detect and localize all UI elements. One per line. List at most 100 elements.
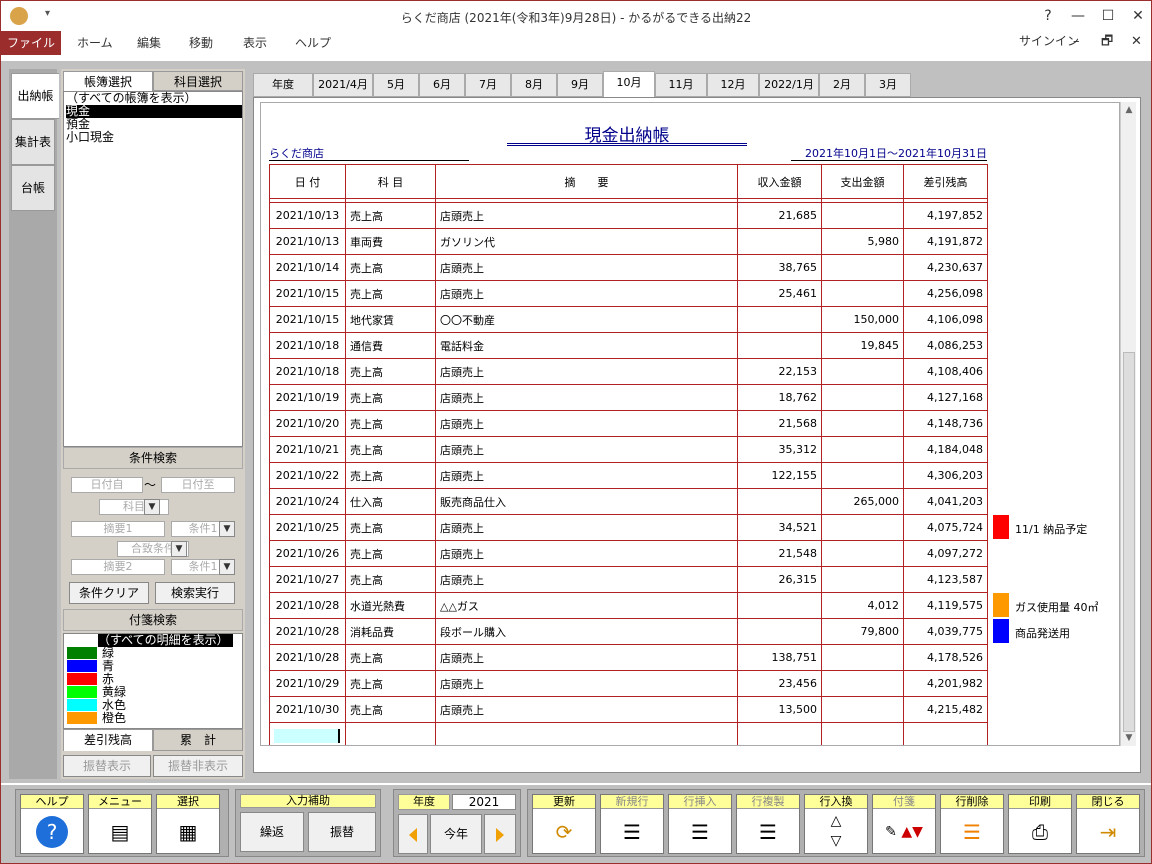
close-button[interactable]: ✕ <box>1125 5 1151 27</box>
tab-month[interactable]: 6月 <box>419 73 465 97</box>
list-item[interactable]: 青 <box>64 660 242 673</box>
list-item[interactable]: 水色 <box>64 699 242 712</box>
next-year-button[interactable] <box>484 814 516 854</box>
transfer-show-button[interactable]: 振替表示 <box>63 755 151 777</box>
table-row[interactable]: 2021/10/15 売上高 店頭売上 25,461 4,256,098 <box>269 280 988 307</box>
menu-button[interactable]: メニュー ▤ <box>88 794 152 854</box>
list-item[interactable]: 橙色 <box>64 712 242 725</box>
signin-link[interactable]: サインイン <box>1019 31 1079 51</box>
cell-income[interactable] <box>737 228 822 255</box>
cell-date[interactable]: 2021/10/20 <box>269 410 346 437</box>
cell-date[interactable]: 2021/10/24 <box>269 488 346 515</box>
cell-expense[interactable]: 5,980 <box>821 228 904 255</box>
cell-expense[interactable] <box>821 410 904 437</box>
transfer-hide-button[interactable]: 振替非表示 <box>153 755 243 777</box>
table-row[interactable]: 2021/10/28 水道光熱費 △△ガス 4,012 4,119,575 <box>269 592 988 619</box>
scroll-down-icon[interactable]: ▼ <box>1121 730 1137 746</box>
cell-date[interactable]: 2021/10/19 <box>269 384 346 411</box>
table-row[interactable]: 2021/10/13 売上高 店頭売上 21,685 4,197,852 <box>269 202 988 229</box>
chevron-down-icon[interactable]: ▼ <box>144 499 160 515</box>
cell-income[interactable]: 38,765 <box>737 254 822 281</box>
menu-edit[interactable]: 編集 <box>137 31 161 55</box>
cell-date[interactable]: 2021/10/21 <box>269 436 346 463</box>
cell-balance[interactable]: 4,119,575 <box>903 592 988 619</box>
chevron-down-icon[interactable]: ▼ <box>171 541 187 557</box>
cell-summary[interactable]: 店頭売上 <box>435 514 738 541</box>
chevron-down-icon[interactable]: ▼ <box>219 521 235 537</box>
cell-expense[interactable] <box>821 514 904 541</box>
cell-expense[interactable] <box>821 280 904 307</box>
cell-balance[interactable]: 4,086,253 <box>903 332 988 359</box>
list-item[interactable]: 小口現金 <box>66 131 242 144</box>
cell-expense[interactable]: 4,012 <box>821 592 904 619</box>
cell-summary[interactable]: 店頭売上 <box>435 540 738 567</box>
menu-home[interactable]: ホーム <box>77 31 113 55</box>
repeat-button[interactable]: 繰返 <box>240 812 304 852</box>
summary2-field[interactable]: 摘要2 <box>71 559 165 575</box>
cell-date[interactable]: 2021/10/28 <box>269 618 346 645</box>
list-item[interactable]: （すべての明細を表示） <box>64 634 242 647</box>
cell-income[interactable]: 138,751 <box>737 644 822 671</box>
cell-date[interactable]: 2021/10/22 <box>269 462 346 489</box>
cell-summary[interactable]: 店頭売上 <box>435 410 738 437</box>
cell-balance[interactable]: 4,075,724 <box>903 514 988 541</box>
tab-balance[interactable]: 差引残高 <box>63 729 153 751</box>
cell-summary[interactable]: 店頭売上 <box>435 670 738 697</box>
cell-summary[interactable]: 店頭売上 <box>435 280 738 307</box>
list-item[interactable]: 緑 <box>64 647 242 660</box>
cell-expense[interactable] <box>821 202 904 229</box>
cell-income[interactable] <box>737 332 822 359</box>
table-row[interactable]: 2021/10/29 売上高 店頭売上 23,456 4,201,982 <box>269 670 988 697</box>
cell-balance[interactable]: 4,197,852 <box>903 202 988 229</box>
cell-date[interactable]: 2021/10/13 <box>269 202 346 229</box>
tab-cashbook[interactable]: 出納帳 <box>11 73 59 119</box>
new-entry-input[interactable] <box>274 728 340 743</box>
cell-income[interactable] <box>737 306 822 333</box>
cell-balance[interactable] <box>903 722 988 745</box>
cell-summary[interactable]: 店頭売上 <box>435 462 738 489</box>
cell-income[interactable] <box>737 722 822 745</box>
update-button[interactable]: 更新 ⟳ <box>532 794 596 854</box>
menu-help[interactable]: ヘルプ <box>295 31 331 55</box>
cell-date[interactable]: 2021/10/13 <box>269 228 346 255</box>
menu-view[interactable]: 表示 <box>243 31 267 55</box>
cell-date[interactable]: 2021/10/28 <box>269 592 346 619</box>
cell-subject[interactable]: 売上高 <box>345 280 436 307</box>
cell-subject[interactable]: 地代家賃 <box>345 306 436 333</box>
cell-balance[interactable]: 4,215,482 <box>903 696 988 723</box>
tab-month[interactable]: 2022/1月 <box>759 73 819 97</box>
minimize-button[interactable]: — <box>1065 5 1091 27</box>
cell-subject[interactable]: 車両費 <box>345 228 436 255</box>
tab-month[interactable]: 2月 <box>819 73 865 97</box>
print-button[interactable]: 印刷 ⎙ <box>1008 794 1072 854</box>
cell-date[interactable]: 2021/10/15 <box>269 306 346 333</box>
mdi-restore-button[interactable]: 🗗 <box>1101 31 1113 53</box>
cell-subject[interactable]: 売上高 <box>345 566 436 593</box>
table-row[interactable]: 2021/10/13 車両費 ガソリン代 5,980 4,191,872 <box>269 228 988 255</box>
help-icon[interactable]: ? <box>1035 5 1061 27</box>
tab-month-active[interactable]: 10月 <box>603 71 655 97</box>
cell-expense[interactable]: 265,000 <box>821 488 904 515</box>
cell-balance[interactable]: 4,108,406 <box>903 358 988 385</box>
cell-summary[interactable]: 店頭売上 <box>435 384 738 411</box>
cell-date[interactable] <box>269 722 346 745</box>
cell-summary[interactable]: 電話料金 <box>435 332 738 359</box>
cell-summary[interactable]: 〇〇不動産 <box>435 306 738 333</box>
cell-balance[interactable]: 4,097,272 <box>903 540 988 567</box>
cell-expense[interactable] <box>821 358 904 385</box>
cell-balance[interactable]: 4,148,736 <box>903 410 988 437</box>
cell-expense[interactable]: 19,845 <box>821 332 904 359</box>
cell-date[interactable]: 2021/10/18 <box>269 332 346 359</box>
cell-expense[interactable] <box>821 696 904 723</box>
cell-income[interactable]: 23,456 <box>737 670 822 697</box>
table-row[interactable]: 2021/10/28 売上高 店頭売上 138,751 4,178,526 <box>269 644 988 671</box>
cell-income[interactable] <box>737 618 822 645</box>
cell-balance[interactable]: 4,127,168 <box>903 384 988 411</box>
tab-fiscal-year[interactable]: 年度 <box>253 73 313 97</box>
year-field[interactable]: 2021 <box>452 794 516 810</box>
cell-subject[interactable]: 売上高 <box>345 202 436 229</box>
tab-month[interactable]: 9月 <box>557 73 603 97</box>
tag-button[interactable]: 付箋 ✎ ▲▼ <box>872 794 936 854</box>
tab-cumulative[interactable]: 累 計 <box>153 729 243 751</box>
list-item[interactable]: 赤 <box>64 673 242 686</box>
